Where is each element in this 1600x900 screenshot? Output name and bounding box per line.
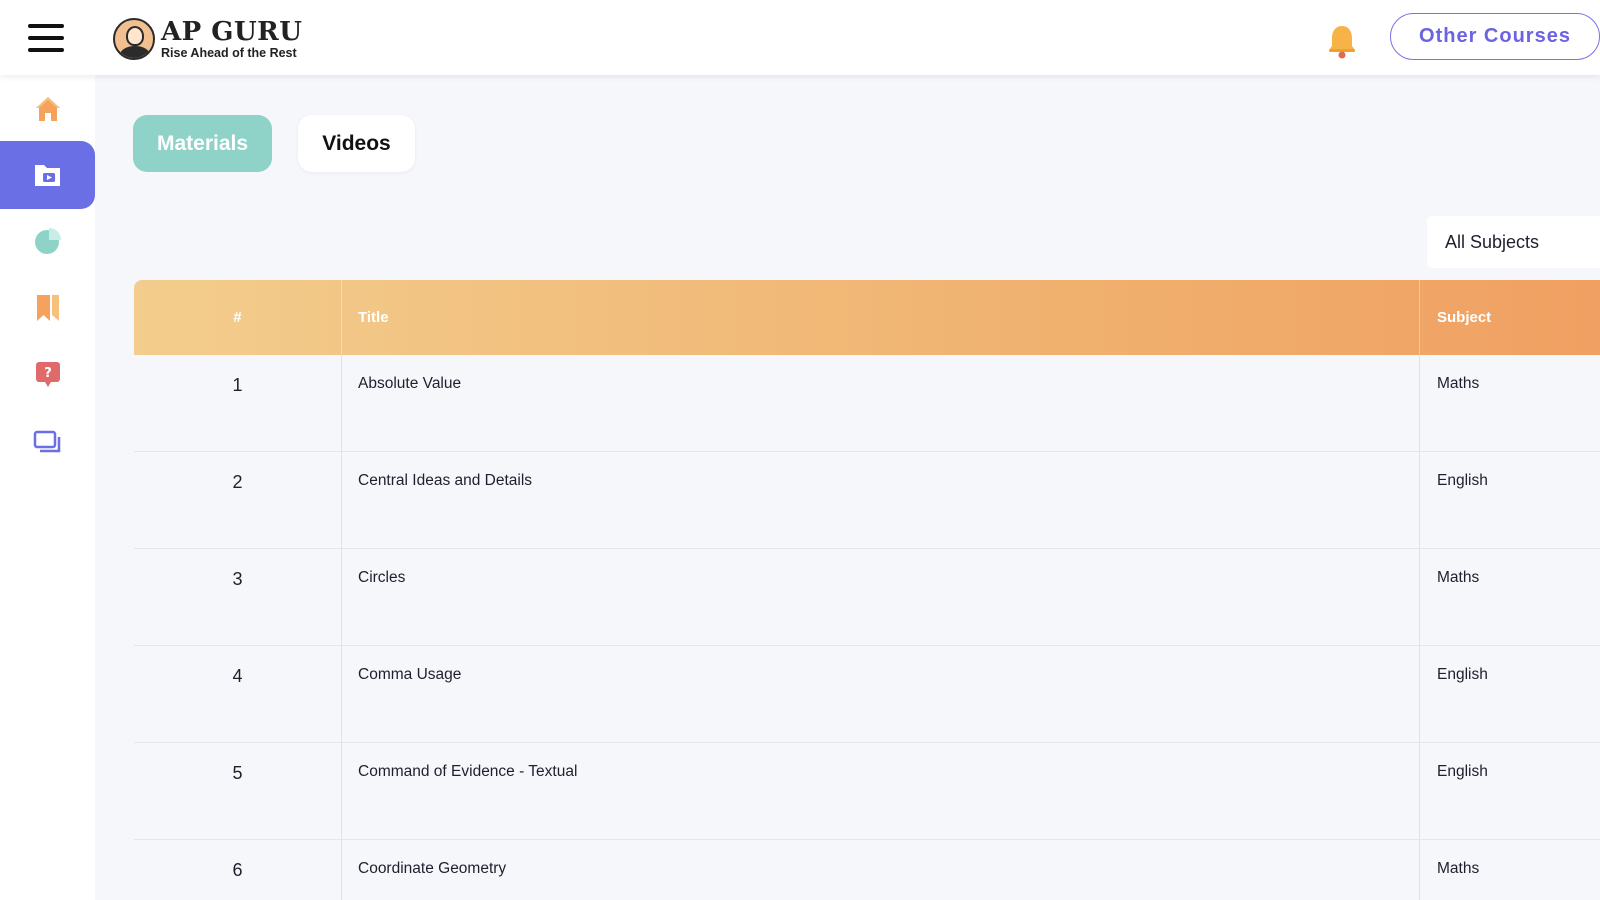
- row-number: 1: [134, 355, 342, 451]
- row-subject: English: [1437, 666, 1488, 683]
- sidebar-item-home[interactable]: [0, 75, 95, 143]
- sidebar-item-classes[interactable]: [0, 408, 95, 476]
- row-subject: Maths: [1437, 569, 1480, 586]
- notification-bell-icon[interactable]: [1326, 23, 1358, 59]
- top-header: AP GURU Rise Ahead of the Rest Other Cou…: [0, 0, 1600, 75]
- sidebar-item-doubts[interactable]: ?: [0, 340, 95, 408]
- row-subject: English: [1437, 472, 1488, 489]
- row-subject: English: [1437, 763, 1488, 780]
- row-number: 2: [134, 452, 342, 548]
- row-number: 4: [134, 646, 342, 742]
- row-title[interactable]: Comma Usage: [342, 646, 1420, 742]
- tab-videos[interactable]: Videos: [298, 115, 415, 172]
- sidebar-item-analytics[interactable]: [0, 207, 95, 275]
- bookmark-icon: [36, 295, 59, 321]
- column-header-subject[interactable]: Subject: [1420, 280, 1600, 355]
- subject-filter-select[interactable]: All Subjects: [1427, 216, 1600, 268]
- folder-video-icon: [34, 165, 60, 186]
- logo-title: AP GURU: [161, 16, 303, 47]
- column-header-title[interactable]: Title: [342, 280, 1420, 355]
- logo-tagline: Rise Ahead of the Rest: [161, 45, 297, 60]
- table-row[interactable]: 5 Command of Evidence - Textual English: [134, 743, 1600, 840]
- row-number: 3: [134, 549, 342, 645]
- table-row[interactable]: 1 Absolute Value Maths: [134, 355, 1600, 452]
- screens-icon: [33, 430, 60, 453]
- svg-text:?: ?: [44, 366, 52, 381]
- row-title[interactable]: Command of Evidence - Textual: [342, 743, 1420, 839]
- materials-table: # Title Subject 1 Absolute Value Maths 2…: [134, 280, 1600, 900]
- app-logo[interactable]: AP GURU Rise Ahead of the Rest: [113, 16, 302, 62]
- table-row[interactable]: 6 Coordinate Geometry Maths: [134, 840, 1600, 900]
- column-header-number[interactable]: #: [134, 280, 342, 355]
- table-row[interactable]: 3 Circles Maths: [134, 549, 1600, 646]
- sidebar-item-bookmarks[interactable]: [0, 274, 95, 342]
- row-title[interactable]: Coordinate Geometry: [342, 840, 1420, 900]
- row-title[interactable]: Circles: [342, 549, 1420, 645]
- table-header: # Title Subject: [134, 280, 1600, 355]
- row-number: 5: [134, 743, 342, 839]
- question-icon: ?: [35, 362, 60, 387]
- home-icon: [35, 97, 60, 121]
- pie-chart-icon: [34, 228, 61, 254]
- logo-badge-icon: [113, 18, 155, 60]
- sidebar-item-materials[interactable]: [0, 141, 95, 209]
- tab-materials[interactable]: Materials: [133, 115, 272, 172]
- table-row[interactable]: 4 Comma Usage English: [134, 646, 1600, 743]
- table-row[interactable]: 2 Central Ideas and Details English: [134, 452, 1600, 549]
- row-number: 6: [134, 840, 342, 900]
- row-title[interactable]: Central Ideas and Details: [342, 452, 1420, 548]
- other-courses-button[interactable]: Other Courses: [1390, 13, 1600, 60]
- row-title[interactable]: Absolute Value: [342, 355, 1420, 451]
- sidebar: ?: [0, 75, 95, 900]
- row-subject: Maths: [1437, 860, 1480, 877]
- row-subject: Maths: [1437, 375, 1480, 392]
- hamburger-menu-icon[interactable]: [28, 24, 64, 52]
